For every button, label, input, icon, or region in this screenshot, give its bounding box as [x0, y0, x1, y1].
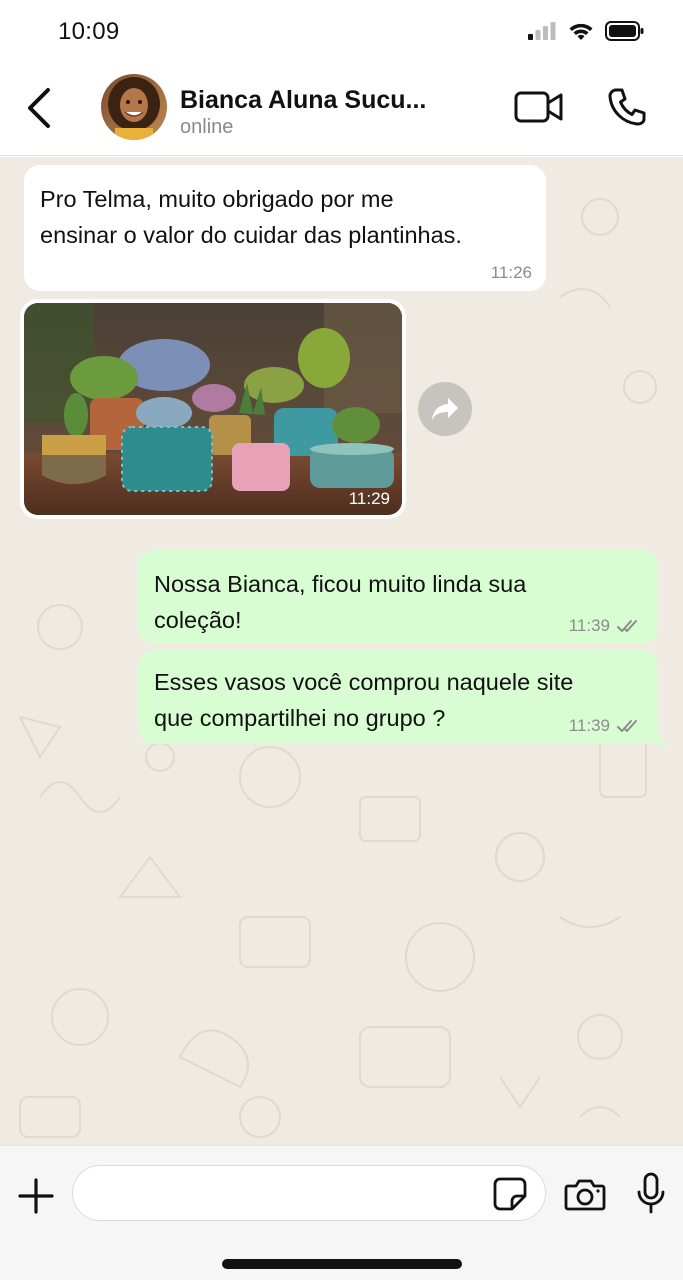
message-input[interactable] [72, 1165, 546, 1221]
message-composer [0, 1145, 683, 1280]
battery-icon [605, 21, 644, 41]
sticker-icon [493, 1177, 527, 1211]
message-bubble-incoming[interactable]: Pro Telma, muito obrigado por me ensinar… [24, 165, 546, 291]
status-time: 10:09 [58, 18, 120, 45]
message-time: 11:39 [568, 616, 610, 635]
message-bubble-outgoing[interactable]: Nossa Bianca, ficou muito linda sua cole… [138, 550, 658, 644]
video-call-icon [514, 91, 563, 123]
forward-button[interactable] [418, 382, 472, 436]
status-icons [527, 20, 645, 42]
microphone-icon [637, 1172, 665, 1214]
camera-icon [564, 1179, 606, 1211]
message-text: Pro Telma, muito obrigado por me ensinar… [40, 186, 462, 248]
contact-name[interactable]: Bianca Aluna Sucu... [180, 86, 426, 115]
bubble-tail [652, 732, 670, 746]
image-message[interactable]: 11:29 [24, 303, 402, 515]
message-time: 11:26 [490, 263, 532, 282]
back-chevron-icon [28, 88, 50, 128]
home-indicator [222, 1259, 462, 1269]
status-bar: 10:09 [0, 0, 683, 64]
succulent-pots-photo [24, 303, 402, 515]
chat-area[interactable]: Pro Telma, muito obrigado por me ensinar… [0, 157, 683, 1145]
camera-button[interactable] [564, 1176, 606, 1212]
chat-header: Bianca Aluna Sucu... online [0, 64, 683, 156]
plus-icon [18, 1178, 54, 1214]
avatar-image [101, 74, 167, 140]
image-message-bubble[interactable]: 11:29 [20, 299, 406, 519]
forward-arrow-icon [432, 398, 458, 420]
avatar[interactable] [101, 74, 167, 140]
phone-call-icon [608, 88, 646, 126]
read-ticks-icon [617, 720, 637, 732]
back-button[interactable] [22, 86, 58, 130]
microphone-button[interactable] [636, 1172, 666, 1214]
message-time: 11:39 [568, 716, 610, 735]
voice-call-button[interactable] [606, 86, 648, 128]
contact-status: online [180, 116, 234, 138]
signal-icon [528, 22, 556, 40]
image-message-time: 11:29 [348, 489, 390, 508]
attach-button[interactable] [16, 1176, 56, 1216]
video-call-button[interactable] [514, 90, 564, 124]
sticker-button[interactable] [492, 1176, 528, 1212]
message-bubble-outgoing[interactable]: Esses vasos você comprou naquele site qu… [138, 650, 658, 744]
read-ticks-icon [617, 620, 637, 632]
wifi-icon [569, 23, 593, 40]
